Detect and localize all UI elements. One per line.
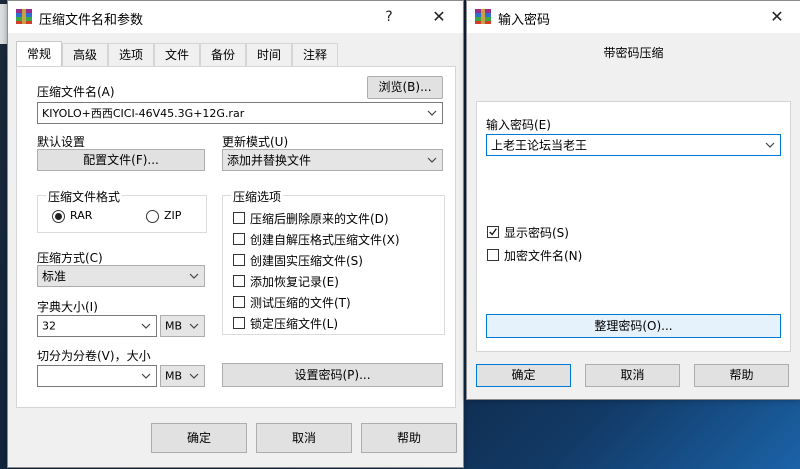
delete-after-label: 压缩后删除原来的文件(D) bbox=[250, 212, 389, 226]
organize-passwords-button[interactable]: 整理密码(O)... bbox=[486, 314, 781, 338]
test-checkbox[interactable] bbox=[233, 296, 245, 308]
encrypt-names-checkbox[interactable] bbox=[487, 249, 499, 261]
format-zip-radio[interactable] bbox=[146, 210, 159, 223]
password-heading: 带密码压缩 bbox=[603, 46, 664, 60]
split-combo[interactable] bbox=[37, 365, 157, 387]
browse-button[interactable]: 浏览(B)... bbox=[367, 76, 443, 99]
method-select[interactable]: 标准 bbox=[37, 265, 205, 287]
recovery-checkbox[interactable] bbox=[233, 275, 245, 287]
tab-general[interactable]: 常规 bbox=[16, 41, 62, 66]
archive-dialog: 压缩文件名和参数 ? ✕ 常规 高级 选项 文件 备份 时间 注释 压缩文件名(… bbox=[7, 0, 464, 468]
ok-button[interactable]: 确定 bbox=[151, 423, 247, 453]
radio-selected-dot bbox=[55, 213, 62, 220]
set-password-button[interactable]: 设置密码(P)... bbox=[222, 363, 443, 387]
options-group-title: 压缩选项 bbox=[231, 188, 284, 205]
chevron-down-icon bbox=[427, 110, 437, 116]
default-settings-label: 默认设置 bbox=[37, 135, 86, 149]
help-button[interactable]: 帮助 bbox=[361, 423, 457, 453]
archive-name-combo[interactable]: KIYOLO+西西CICI-46V45.3G+12G.rar bbox=[37, 102, 443, 124]
format-group-title: 压缩文件格式 bbox=[46, 188, 123, 205]
update-mode-value: 添加并替换文件 bbox=[227, 153, 312, 168]
help-title-button[interactable]: ? bbox=[366, 1, 412, 33]
lock-label: 锁定压缩文件(L) bbox=[250, 317, 339, 331]
winrar-app-icon bbox=[475, 9, 491, 24]
encrypt-names-label: 加密文件名(N) bbox=[504, 249, 583, 263]
title-bar[interactable]: 压缩文件名和参数 ? ✕ bbox=[8, 1, 463, 33]
password-label: 输入密码(E) bbox=[486, 118, 551, 132]
tab-time[interactable]: 时间 bbox=[246, 43, 292, 66]
password-value: 上老王论坛当老王 bbox=[491, 138, 588, 153]
show-password-checkbox[interactable] bbox=[487, 226, 499, 238]
profiles-button[interactable]: 配置文件(F)... bbox=[37, 149, 205, 171]
sfx-label: 创建自解压格式压缩文件(X) bbox=[250, 233, 400, 247]
format-zip-label: ZIP bbox=[164, 209, 182, 222]
checkmark-icon bbox=[489, 228, 497, 236]
password-panel: 输入密码(E) 上老王论坛当老王 显示密码(S) 加密文件名(N) 整理密码(O… bbox=[476, 101, 791, 352]
password-ok-button[interactable]: 确定 bbox=[476, 364, 571, 387]
update-mode-label: 更新模式(U) bbox=[222, 135, 289, 149]
options-group: 压缩选项 压缩后删除原来的文件(D) 创建自解压格式压缩文件(X) 创建固实压缩… bbox=[222, 188, 445, 335]
format-group: 压缩文件格式 RAR ZIP bbox=[37, 188, 207, 233]
sfx-checkbox[interactable] bbox=[233, 233, 245, 245]
dict-label: 字典大小(I) bbox=[37, 300, 98, 314]
test-label: 测试压缩的文件(T) bbox=[250, 296, 351, 310]
password-input[interactable]: 上老王论坛当老王 bbox=[486, 134, 781, 156]
archive-name-value: KIYOLO+西西CICI-46V45.3G+12G.rar bbox=[42, 107, 245, 120]
lock-checkbox[interactable] bbox=[233, 317, 245, 329]
dict-value: 32 bbox=[42, 319, 56, 333]
show-password-label: 显示密码(S) bbox=[504, 226, 569, 240]
dict-combo[interactable]: 32 bbox=[37, 315, 157, 337]
solid-checkbox[interactable] bbox=[233, 254, 245, 266]
window-title: 压缩文件名和参数 bbox=[39, 13, 144, 28]
password-cancel-button[interactable]: 取消 bbox=[585, 364, 680, 387]
tab-comment[interactable]: 注释 bbox=[292, 43, 338, 66]
solid-label: 创建固实压缩文件(S) bbox=[250, 254, 363, 268]
password-help-button[interactable]: 帮助 bbox=[694, 364, 789, 387]
split-label: 切分为分卷(V)，大小 bbox=[37, 349, 151, 363]
method-value: 标准 bbox=[42, 269, 67, 284]
format-rar-label: RAR bbox=[70, 209, 93, 222]
tab-backup[interactable]: 备份 bbox=[200, 43, 246, 66]
format-rar-radio[interactable] bbox=[52, 210, 65, 223]
tab-options[interactable]: 选项 bbox=[108, 43, 154, 66]
method-label: 压缩方式(C) bbox=[37, 251, 103, 265]
cancel-button[interactable]: 取消 bbox=[256, 423, 352, 453]
password-window-title: 输入密码 bbox=[498, 13, 551, 28]
dict-unit-select[interactable]: MB bbox=[160, 315, 205, 337]
password-dialog: 输入密码 ✕ 带密码压缩 输入密码(E) 上老王论坛当老王 显示密码(S) 加密… bbox=[466, 0, 800, 400]
delete-after-checkbox[interactable] bbox=[233, 212, 245, 224]
dict-unit-value: MB bbox=[165, 319, 183, 333]
chevron-down-icon bbox=[141, 373, 151, 379]
password-title-bar[interactable]: 输入密码 ✕ bbox=[467, 1, 800, 33]
chevron-down-icon bbox=[189, 323, 199, 329]
close-icon[interactable]: ✕ bbox=[416, 1, 462, 33]
update-mode-select[interactable]: 添加并替换文件 bbox=[222, 149, 443, 171]
chevron-down-icon bbox=[427, 157, 437, 163]
tab-bar: 常规 高级 选项 文件 备份 时间 注释 bbox=[16, 41, 456, 67]
winrar-app-icon bbox=[16, 9, 32, 24]
split-unit-select[interactable]: MB bbox=[160, 365, 205, 387]
close-icon[interactable]: ✕ bbox=[754, 1, 800, 33]
chevron-down-icon bbox=[189, 373, 199, 379]
chevron-down-icon bbox=[765, 142, 775, 148]
archive-name-label: 压缩文件名(A) bbox=[37, 85, 115, 99]
chevron-down-icon bbox=[141, 323, 151, 329]
split-unit-value: MB bbox=[165, 369, 183, 383]
recovery-label: 添加恢复记录(E) bbox=[250, 275, 339, 289]
general-panel: 压缩文件名(A) 浏览(B)... KIYOLO+西西CICI-46V45.3G… bbox=[16, 66, 456, 408]
chevron-down-icon bbox=[189, 273, 199, 279]
tab-files[interactable]: 文件 bbox=[154, 43, 200, 66]
tab-advanced[interactable]: 高级 bbox=[62, 43, 108, 66]
